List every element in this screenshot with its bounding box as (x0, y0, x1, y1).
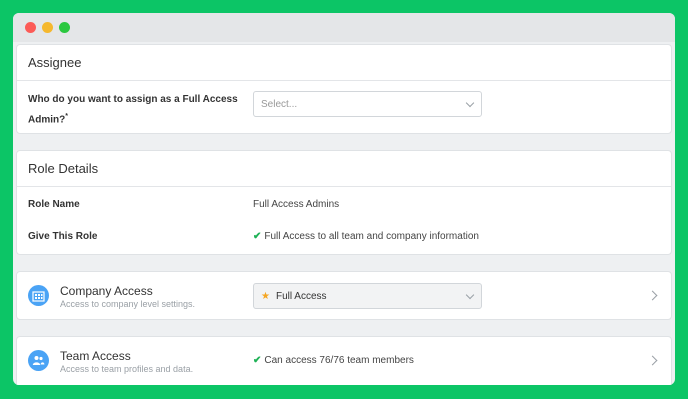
maximize-window-button[interactable] (59, 22, 70, 33)
chevron-right-icon[interactable] (647, 355, 658, 366)
required-mark: * (65, 113, 68, 120)
give-role-value: ✔ Full Access to all team and company inf… (253, 231, 479, 242)
team-access-title: Team Access (60, 349, 131, 363)
building-icon (28, 285, 49, 306)
give-role-text: Full Access to all team and company info… (264, 231, 479, 242)
company-access-card[interactable]: Company Access Access to company level s… (16, 271, 672, 320)
app-window: Assignee Who do you want to assign as a … (13, 13, 675, 385)
team-access-card[interactable]: Team Access Access to team profiles and … (16, 336, 672, 385)
company-access-select[interactable]: ★ Full Access (253, 283, 482, 309)
check-icon: ✔ (253, 355, 262, 366)
assignee-question: Who do you want to assign as a Full Acce… (28, 91, 238, 128)
company-access-selected: Full Access (275, 290, 327, 302)
assignee-card: Assignee Who do you want to assign as a … (16, 44, 672, 134)
minimize-window-button[interactable] (42, 22, 53, 33)
give-role-label: Give This Role (28, 231, 98, 242)
star-icon: ★ (261, 290, 270, 302)
role-name-label: Role Name (28, 199, 80, 210)
assignee-question-text: Who do you want to assign as a Full Acce… (28, 94, 238, 126)
assignee-header: Assignee (17, 45, 671, 81)
chevron-right-icon[interactable] (647, 290, 658, 301)
chevron-down-icon (465, 98, 475, 108)
role-details-header: Role Details (17, 151, 671, 187)
role-name-value: Full Access Admins (253, 199, 340, 210)
company-access-title: Company Access (60, 284, 153, 298)
window-titlebar (13, 13, 675, 42)
role-details-card: Role Details Role Name Full Access Admin… (16, 150, 672, 255)
chevron-down-icon (465, 290, 475, 300)
team-access-text: Can access 76/76 team members (264, 355, 414, 366)
assignee-select-placeholder: Select... (261, 98, 298, 110)
team-access-subtitle: Access to team profiles and data. (60, 364, 194, 374)
close-window-button[interactable] (25, 22, 36, 33)
company-access-subtitle: Access to company level settings. (60, 299, 196, 309)
team-access-value: ✔ Can access 76/76 team members (253, 355, 414, 366)
assignee-select[interactable]: Select... (253, 91, 482, 117)
people-icon (28, 350, 49, 371)
check-icon: ✔ (253, 231, 262, 242)
